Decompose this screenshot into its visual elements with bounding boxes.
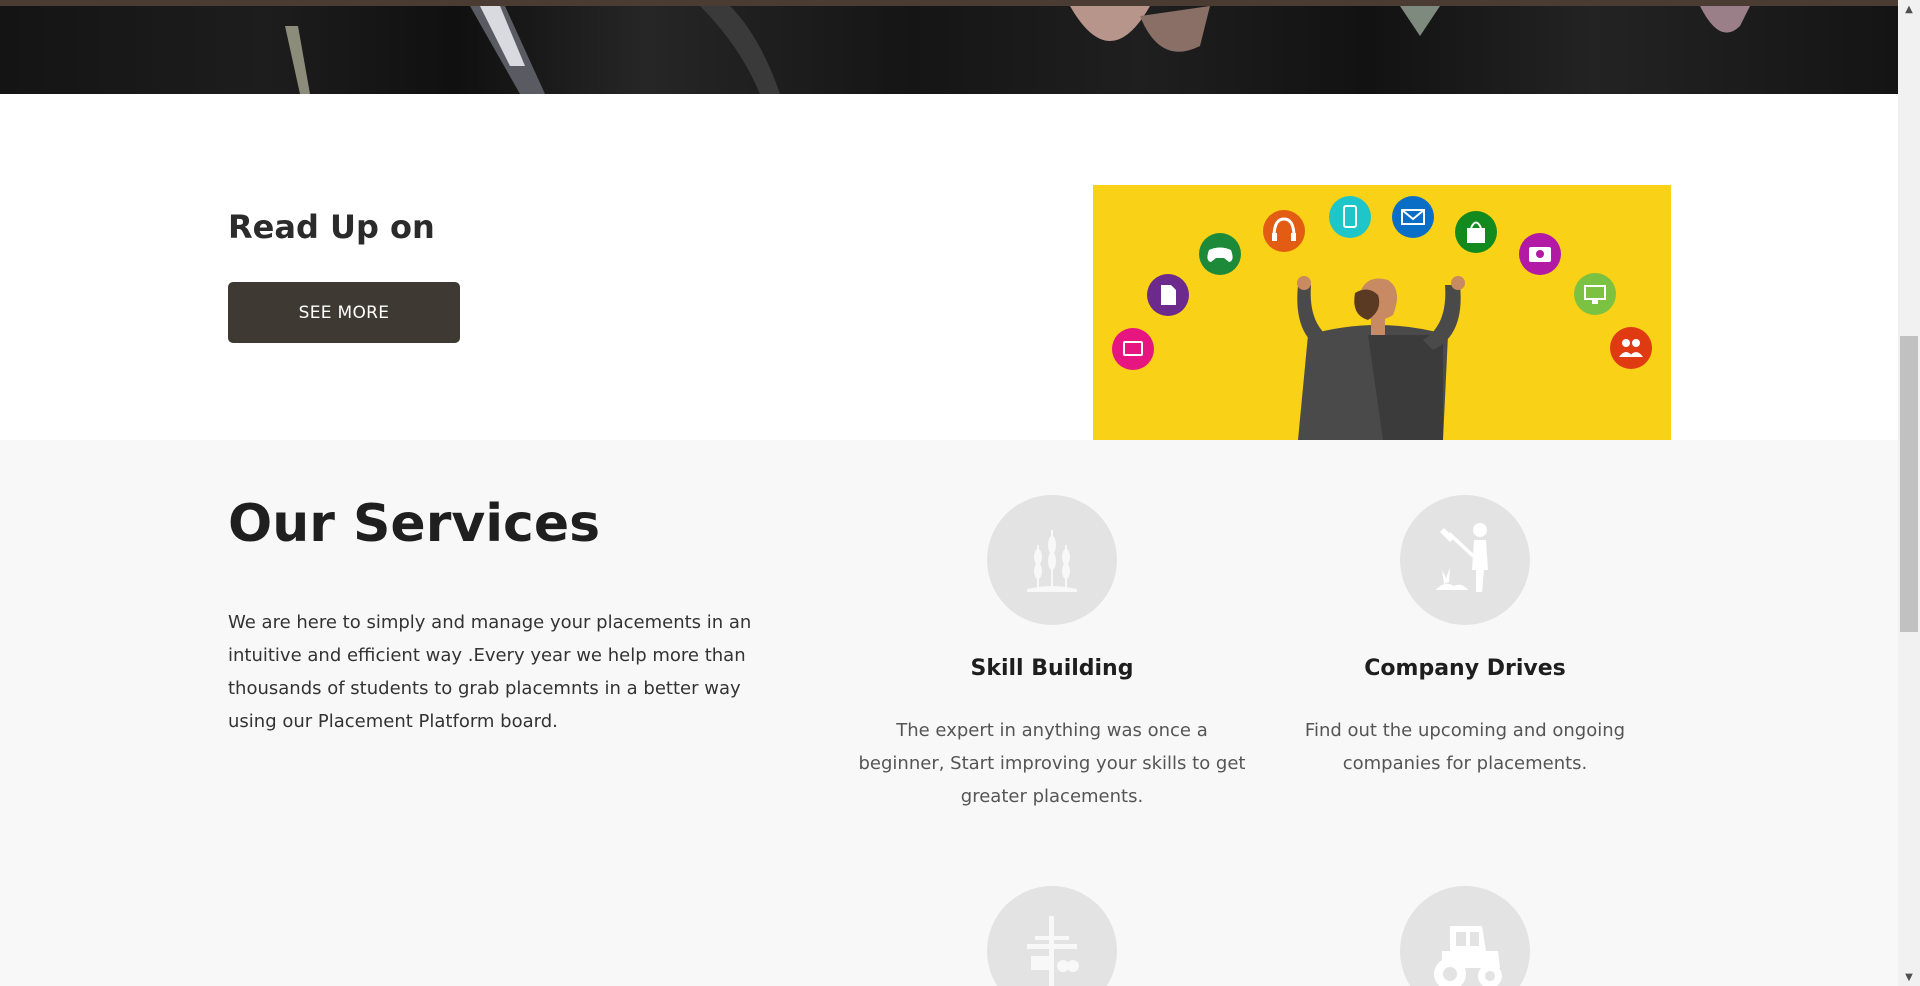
apps-illustration (1093, 185, 1671, 440)
services-description: We are here to simply and manage your pl… (228, 612, 752, 732)
document-icon (1147, 274, 1189, 316)
page: Read Up on SEE MORE Our Services We are … (0, 0, 1898, 986)
scroll-up-arrow-icon[interactable]: ▲ (1898, 0, 1920, 18)
service-title-company-drives: Company Drives (1364, 656, 1566, 681)
phone-icon (1329, 196, 1371, 238)
headphones-icon (1263, 210, 1305, 252)
mail-icon (1392, 196, 1434, 238)
scrollbar-thumb[interactable] (1900, 336, 1918, 632)
gamepad-icon (1199, 233, 1241, 275)
hero-image (0, 6, 1898, 94)
shopping-bag-icon (1455, 211, 1497, 253)
service-text-company-drives: Find out the upcoming and ongoing compan… (1304, 720, 1626, 774)
camera-icon (1519, 233, 1561, 275)
farmer-icon (1400, 495, 1530, 625)
service-title-skill-building: Skill Building (970, 656, 1134, 681)
people-icon (1610, 327, 1652, 369)
readup-title: Read Up on (228, 208, 435, 246)
tablet-icon (1112, 328, 1154, 370)
see-more-button[interactable]: SEE MORE (228, 282, 460, 343)
service-text-skill-building: The expert in anything was once a beginn… (858, 720, 1246, 807)
services-title: Our Services (228, 494, 601, 554)
monitor-icon (1574, 273, 1616, 315)
scroll-down-arrow-icon[interactable]: ▼ (1898, 968, 1920, 986)
wheat-icon (987, 495, 1117, 625)
